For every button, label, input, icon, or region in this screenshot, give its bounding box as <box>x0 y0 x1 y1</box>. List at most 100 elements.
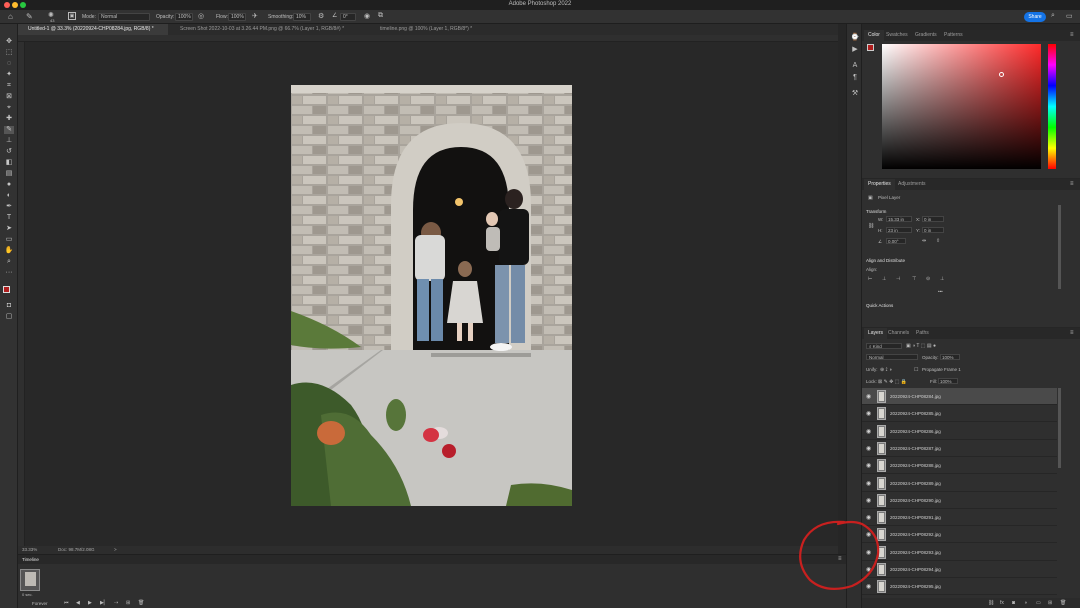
dodge-tool-icon[interactable]: ◐ <box>4 192 14 200</box>
fill-field[interactable]: 100% <box>938 378 958 384</box>
path-select-tool-icon[interactable]: ➤ <box>4 225 14 233</box>
layer-name[interactable]: 20220924-CHP08292.jpg <box>890 532 941 537</box>
flip-horizontal-icon[interactable]: ⇹ <box>922 238 926 244</box>
layer-opacity-field[interactable]: 100% <box>940 354 960 360</box>
angle-field[interactable]: 0.00° <box>886 238 906 244</box>
align-left-icon[interactable]: ⊢ <box>868 276 872 282</box>
next-frame-icon[interactable]: ▶▏ <box>100 600 108 606</box>
smoothing-settings-icon[interactable]: ⚙ <box>318 12 324 20</box>
smoothing-field[interactable]: 10% <box>293 13 311 21</box>
duplicate-frame-icon[interactable]: ⊞ <box>126 600 130 606</box>
tab-color[interactable]: Color <box>864 30 884 41</box>
layer-name[interactable]: 20220924-CHP08289.jpg <box>890 481 941 486</box>
new-group-icon[interactable]: ▭ <box>1036 600 1041 606</box>
healing-tool-icon[interactable]: ✚ <box>4 115 14 123</box>
layer-name[interactable]: 20220924-CHP08286.jpg <box>890 429 941 434</box>
eyedropper-tool-icon[interactable]: ⌖ <box>4 104 14 112</box>
zoom-level[interactable]: 33.33% <box>22 547 37 552</box>
layer-row[interactable]: ◉ 20220924-CHP08289.jpg <box>862 475 1057 492</box>
mode-select[interactable]: Normal <box>98 13 150 21</box>
properties-menu-icon[interactable]: ≡ <box>1070 181 1074 187</box>
actions-panel-icon[interactable]: ▶ <box>850 46 860 54</box>
layer-row[interactable]: ◉ 20220924-CHP08285.jpg <box>862 405 1057 423</box>
angle-field[interactable]: 0° <box>340 13 356 21</box>
add-mask-icon[interactable]: ◙ <box>1012 600 1015 606</box>
properties-scrollbar[interactable] <box>1058 205 1061 289</box>
align-center-icon[interactable]: ⊥ <box>882 276 886 282</box>
unify-icons[interactable]: ⊕ ⟟ ◑ <box>880 367 892 373</box>
symmetry-icon[interactable]: ⧉ <box>378 12 383 20</box>
frame-tool-icon[interactable]: ⊠ <box>4 93 14 101</box>
hand-tool-icon[interactable]: ✋ <box>4 247 14 255</box>
align-section-title[interactable]: Align and Distribute <box>866 258 905 263</box>
tab-gradients[interactable]: Gradients <box>911 30 941 41</box>
visibility-eye-icon[interactable]: ◉ <box>866 480 871 487</box>
tab-screen-shot[interactable]: Screen Shot 2022-10-03 at 3.26.44 PM.png… <box>170 24 368 35</box>
search-icon[interactable]: ⌕ <box>1051 12 1055 20</box>
layer-row[interactable]: ◉ 20220924-CHP08288.jpg <box>862 457 1057 475</box>
screen-mode-icon[interactable]: ▢ <box>4 313 14 321</box>
brush-tool-icon[interactable]: ✎ <box>26 12 33 21</box>
color-panel-foreground-swatch[interactable] <box>867 44 874 51</box>
layer-row[interactable]: ◉ 20220924-CHP08292.jpg <box>862 526 1057 544</box>
transform-section-title[interactable]: Transform <box>866 209 886 214</box>
pressure-size-icon[interactable]: ◉ <box>364 12 370 20</box>
zoom-tool-icon[interactable]: ⌕ <box>4 258 14 266</box>
visibility-eye-icon[interactable]: ◉ <box>866 445 871 452</box>
height-field[interactable]: 23 in <box>886 227 912 233</box>
flip-vertical-icon[interactable]: ⇳ <box>936 238 940 244</box>
width-field[interactable]: 15.33 in <box>886 216 912 222</box>
tab-paths[interactable]: Paths <box>912 328 933 339</box>
visibility-eye-icon[interactable]: ◉ <box>866 410 871 417</box>
stamp-tool-icon[interactable]: ⊥ <box>4 137 14 145</box>
link-layers-icon[interactable]: ⛓ <box>988 600 994 606</box>
quick-actions-title[interactable]: Quick Actions <box>866 303 893 308</box>
blend-mode-select[interactable]: Normal <box>866 354 918 360</box>
tab-properties[interactable]: Properties <box>864 179 895 190</box>
new-layer-icon[interactable]: ⊞ <box>1048 600 1052 606</box>
layer-row[interactable]: ◉ 20220924-CHP08291.jpg <box>862 509 1057 527</box>
hue-slider[interactable] <box>1048 44 1056 169</box>
x-field[interactable]: 0 in <box>922 216 944 222</box>
prev-frame-icon[interactable]: ◀ <box>76 600 80 606</box>
frame-delay[interactable]: 0 sec. <box>22 592 33 597</box>
layer-name[interactable]: 20220924-CHP08288.jpg <box>890 463 941 468</box>
align-middle-icon[interactable]: ⊝ <box>926 276 930 282</box>
tab-adjustments[interactable]: Adjustments <box>894 179 930 190</box>
layer-name[interactable]: 20220924-CHP08291.jpg <box>890 515 941 520</box>
lasso-tool-icon[interactable]: ◌ <box>4 60 14 68</box>
color-picker-cursor[interactable] <box>999 72 1004 77</box>
blur-tool-icon[interactable]: ● <box>4 181 14 189</box>
quick-mask-icon[interactable]: ◘ <box>4 302 14 310</box>
lock-icons[interactable]: ⊠ ✎ ✥ ⬚ 🔒 <box>878 379 907 385</box>
tween-icon[interactable]: ⇢ <box>114 600 118 606</box>
adjustment-layer-icon[interactable]: ◑ <box>1024 600 1027 606</box>
visibility-eye-icon[interactable]: ◉ <box>866 462 871 469</box>
tab-swatches[interactable]: Swatches <box>882 30 912 41</box>
align-top-icon[interactable]: ⊤ <box>912 276 916 282</box>
gradient-tool-icon[interactable]: ▤ <box>4 170 14 178</box>
workspace-icon[interactable]: ▭ <box>1066 12 1073 20</box>
flow-field[interactable]: 100% <box>228 13 246 21</box>
fx-icon[interactable]: fx <box>1000 600 1004 606</box>
propagate-checkbox[interactable]: ☐ <box>914 367 918 373</box>
pen-tool-icon[interactable]: ✒ <box>4 203 14 211</box>
share-button[interactable]: Share <box>1024 12 1046 22</box>
brush-tool-active-icon[interactable]: ✎ <box>4 126 14 134</box>
layer-name[interactable]: 20220924-CHP08294.jpg <box>890 567 941 572</box>
document-image[interactable] <box>291 85 572 506</box>
first-frame-icon[interactable]: ⏮ <box>64 600 69 606</box>
layer-name[interactable]: 20220924-CHP08285.jpg <box>890 411 941 416</box>
visibility-eye-icon[interactable]: ◉ <box>866 428 871 435</box>
layer-row[interactable]: ◉ 20220924-CHP08287.jpg <box>862 440 1057 457</box>
layer-row[interactable]: ◉ 20220924-CHP08290.jpg <box>862 492 1057 509</box>
layer-row[interactable]: ◉ 20220924-CHP08293.jpg <box>862 544 1057 561</box>
more-tools-icon[interactable]: ··· <box>4 269 14 277</box>
history-panel-icon[interactable]: ⌚ <box>850 34 860 42</box>
brush-settings-icon[interactable]: ▣ <box>68 12 76 20</box>
more-options-button[interactable]: ••• <box>938 289 943 294</box>
pressure-opacity-icon[interactable]: ◎ <box>198 12 204 20</box>
layer-row[interactable]: ◉ 20220924-CHP08284.jpg <box>862 388 1057 405</box>
tab-patterns[interactable]: Patterns <box>940 30 967 41</box>
loop-select[interactable]: Forever <box>32 601 48 606</box>
